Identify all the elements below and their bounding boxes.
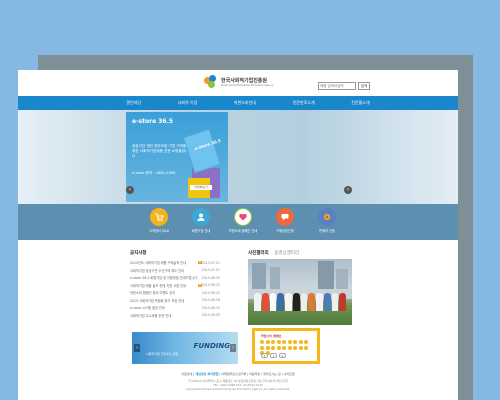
photo-gallery: 사진갤러리 동영상갤러리: [248, 250, 352, 325]
list-item[interactable]: e-store 시스템 점검 안내 2015.06.10: [130, 304, 220, 312]
logo-icon: [204, 75, 218, 89]
notice-text: 2015년도 사회적기업 제품 구매실적 안내: [130, 261, 187, 266]
list-item[interactable]: 2015년도 사회적기업 제품 구매실적 안내 N 2015.07.01: [130, 259, 220, 267]
user-icon: [192, 208, 210, 226]
hero-phone: e-store 문의 : 1661-0396: [132, 171, 176, 175]
quick-item-customer-center[interactable]: 고객센터 Q&A: [139, 208, 179, 233]
quick-item-label: 회원가입 안내: [191, 229, 211, 233]
footer-copyright: Copyright(c)Korea Social Enterprise Prom…: [186, 387, 290, 391]
notice-title: 공지사항: [130, 251, 147, 256]
campaign-banner-title: 착한소비 캠페인: [261, 334, 282, 338]
heart-icon: [234, 208, 252, 226]
chat-icon: [276, 208, 294, 226]
twitter-icon[interactable]: t: [270, 353, 277, 358]
banner-next-button[interactable]: ›: [230, 344, 236, 352]
hero-title: e-store 36.5: [132, 118, 174, 125]
facebook-icon[interactable]: f: [261, 353, 268, 358]
notice-date: 2015.06.10: [201, 305, 220, 310]
notice-date: 2015.07.01: [201, 260, 220, 265]
notice-board: 공지사항 2015년도 사회적기업 제품 구매실적 안내 N 2015.07.01 …: [130, 250, 220, 319]
site-logo[interactable]: 한국사회적기업진흥원 Korea Social Enterprise Promo…: [204, 72, 294, 92]
notice-text: e-store 36.5 회원가입 및 이용방법 안내드립니다: [130, 276, 198, 281]
social-links: f t b: [261, 353, 286, 358]
blog-icon[interactable]: b: [279, 353, 286, 358]
funding-banner-title: FUNDING: [193, 342, 230, 350]
list-item[interactable]: 착한소비 캠페인 참여 이벤트 공지 2015.06.20: [130, 289, 220, 297]
campaign-banner[interactable]: 착한소비 캠페인 f t b: [252, 328, 320, 364]
funding-banner[interactable]: 사회적기업 크라우드 펀딩 FUNDING ‹ ›: [132, 332, 238, 364]
search-input[interactable]: [318, 82, 356, 90]
search-button[interactable]: 검색: [358, 82, 370, 90]
hero-description: 공공기관 개인 정부조달 기업 구매를 위한 사회적기업제품 전문 쇼핑몰입니다: [132, 144, 189, 158]
notice-text: 사회적기업 제품 홍보 판매 지원 사업 안내: [130, 283, 186, 288]
banner-prev-button[interactable]: ‹: [134, 344, 140, 352]
notice-date: 2015.06.18: [201, 298, 220, 303]
list-item[interactable]: 사회적기업 공공기관 우선구매 제도 안내 2015.07.01: [130, 267, 220, 275]
main-nav: 열린마당 사회적 기업 착한소비안내 전문판로소개 전문몰소개: [18, 96, 458, 110]
store-icon: [318, 208, 336, 226]
gallery-tabs: 사진갤러리 동영상갤러리: [248, 250, 352, 256]
quick-item-label: 고객센터 Q&A: [149, 229, 169, 233]
nav-item-sales-channel[interactable]: 전문판로소개: [293, 100, 315, 106]
footer-links: 이용안내 | 개인정보 처리방침 | 이메일무단수집거부 | 이용약관 | 찾아…: [181, 372, 295, 376]
footer-link-email[interactable]: 이메일무단수집거부: [221, 372, 246, 376]
nav-item-mall-intro[interactable]: 전문몰소개: [351, 100, 369, 106]
footer-link-location[interactable]: 찾아오시는 길: [263, 372, 281, 376]
notice-date: 2015.07.01: [201, 268, 220, 273]
notice-date: 2015.06.30: [201, 275, 220, 280]
footer-link-sitemap[interactable]: 사이트맵: [284, 372, 295, 376]
nav-item-good-consumption[interactable]: 착한소비안내: [234, 100, 256, 106]
quick-item-consultation[interactable]: 구매상담신청: [265, 208, 305, 233]
notice-text: 2015 사회적기업 박람회 참가 모집 안내: [130, 298, 185, 303]
list-item[interactable]: 사회적기업 제품 홍보 판매 지원 사업 안내 N 2015.06.25: [130, 282, 220, 290]
funding-banner-sub: 사회적기업 크라우드 펀딩: [146, 352, 179, 356]
website-window: 한국사회적기업진흥원 Korea Social Enterprise Promo…: [18, 70, 458, 400]
notice-date: 2015.06.20: [201, 290, 220, 295]
nav-item-social-enterprise[interactable]: 사회적 기업: [178, 100, 198, 106]
footer-link-terms[interactable]: 이용약관: [249, 372, 260, 376]
notice-text: 착한소비 캠페인 참여 이벤트 공지: [130, 291, 176, 296]
hero-slide[interactable]: e-store 36.5 공공기관 개인 정부조달 기업 구매를 위한 사회적기…: [126, 112, 228, 202]
slider-prev-button[interactable]: ‹: [126, 186, 134, 194]
footer-link-guide[interactable]: 이용안내: [181, 372, 192, 376]
cart-icon: [150, 208, 168, 226]
quick-item-membership[interactable]: 회원가입 안내: [181, 208, 221, 233]
logo-title: 한국사회적기업진흥원: [221, 78, 268, 84]
quick-item-campaign[interactable]: 착한소비 캠페인 안내: [223, 208, 263, 233]
gallery-photo[interactable]: [248, 259, 352, 325]
hero-more-link[interactable]: 자세히보기: [190, 185, 212, 190]
slider-next-button[interactable]: ›: [344, 186, 352, 194]
tab-video-gallery[interactable]: 동영상갤러리: [274, 251, 299, 256]
search-bar: 검색: [318, 82, 370, 90]
notice-date: 2015.06.25: [201, 283, 220, 288]
site-header: 한국사회적기업진흥원 Korea Social Enterprise Promo…: [18, 70, 458, 94]
quick-item-label: 착한소비 캠페인 안내: [228, 229, 258, 233]
quick-menu: 고객센터 Q&A 회원가입 안내 착한소비 캠페인 안내 구매상담신청 판매자 …: [18, 204, 458, 240]
quick-item-label: 판매자 신청: [319, 229, 335, 233]
quick-item-seller[interactable]: 판매자 신청: [307, 208, 347, 233]
list-item[interactable]: 사회적기업 우수제품 추천 안내 2015.06.05: [130, 312, 220, 320]
notice-text: e-store 시스템 점검 안내: [130, 306, 165, 311]
list-item[interactable]: 2015 사회적기업 박람회 참가 모집 안내 2015.06.18: [130, 297, 220, 305]
footer-link-privacy[interactable]: 개인정보 처리방침: [195, 372, 218, 376]
notice-text: 사회적기업 공공기관 우선구매 제도 안내: [130, 268, 184, 273]
notice-date: 2015.06.05: [201, 313, 220, 318]
hero-slider: e-store 36.5 공공기관 개인 정부조달 기업 구매를 위한 사회적기…: [18, 110, 458, 204]
notice-text: 사회적기업 우수제품 추천 안내: [130, 313, 172, 318]
quick-item-label: 구매상담신청: [276, 229, 294, 233]
site-footer: 이용안내 | 개인정보 처리방침 | 이메일무단수집거부 | 이용약관 | 찾아…: [18, 372, 458, 391]
nav-item-open-plaza[interactable]: 열린마당: [126, 100, 141, 106]
logo-subtitle: Korea Social Enterprise Promotion Agency: [221, 84, 274, 87]
list-item[interactable]: e-store 36.5 회원가입 및 이용방법 안내드립니다 2015.06.3…: [130, 274, 220, 282]
tab-photo-gallery[interactable]: 사진갤러리: [248, 251, 269, 256]
